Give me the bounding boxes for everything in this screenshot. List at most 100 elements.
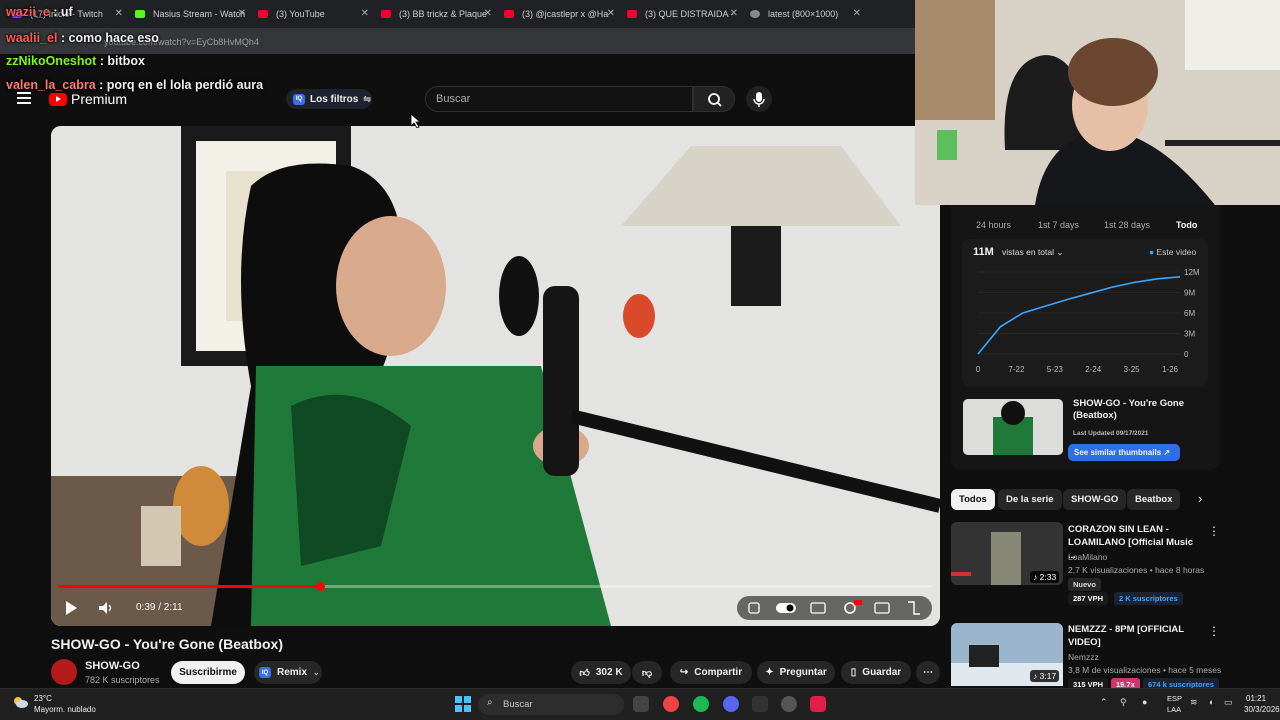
input-language[interactable]: ESP bbox=[1167, 694, 1182, 703]
play-icon[interactable] bbox=[66, 601, 77, 615]
remix-button[interactable]: IQ Remix ⌄ bbox=[254, 661, 322, 684]
task-view-icon[interactable] bbox=[633, 696, 649, 712]
range-tab[interactable]: 1st 7 days bbox=[1038, 220, 1079, 230]
weather-desc[interactable]: Mayorm. nublado bbox=[34, 705, 96, 714]
close-tab-icon[interactable]: ✕ bbox=[484, 8, 492, 19]
x-tick-label: 2-24 bbox=[1085, 365, 1102, 374]
globe-icon bbox=[750, 10, 760, 18]
search-button[interactable] bbox=[693, 86, 735, 112]
thumbs-down-icon: 👎︎ bbox=[641, 667, 653, 679]
close-tab-icon[interactable]: ✕ bbox=[853, 8, 861, 19]
windows-start-icon[interactable] bbox=[455, 696, 471, 717]
obs-icon[interactable] bbox=[781, 696, 797, 712]
similar-thumbnails-button[interactable]: See similar thumbnails ↗ bbox=[1068, 444, 1180, 461]
save-button[interactable]: ▯ Guardar bbox=[841, 661, 911, 684]
chip-all[interactable]: Todos bbox=[951, 489, 995, 510]
external-link-icon: ↗ bbox=[1163, 448, 1171, 457]
microphone-tray-icon[interactable]: ● bbox=[1142, 697, 1147, 707]
app-icon[interactable] bbox=[752, 696, 768, 712]
discord-icon[interactable] bbox=[723, 696, 739, 712]
duration-badge: ♪ 2:33 bbox=[1030, 571, 1060, 583]
more-vertical-icon[interactable]: ⋮ bbox=[1208, 524, 1220, 538]
youtube-icon bbox=[504, 10, 514, 18]
related-title[interactable]: NEMZZZ - 8PM [OFFICIAL VIDEO] bbox=[1068, 623, 1203, 649]
video-title: SHOW-GO - You're Gone (Beatbox) bbox=[51, 636, 283, 652]
tiktok-icon[interactable] bbox=[810, 696, 826, 712]
voice-search-button[interactable] bbox=[746, 86, 772, 112]
kick-icon bbox=[135, 10, 145, 18]
browser-tab[interactable]: (3) @jcastlepr x @Ha ✕ bbox=[498, 1, 621, 27]
dislike-button[interactable]: 👎︎ bbox=[632, 661, 662, 684]
browser-tab[interactable]: Nasius Stream - Watch ✕ bbox=[129, 1, 252, 27]
hamburger-menu-icon[interactable] bbox=[17, 92, 31, 104]
related-channel[interactable]: Nemzzz bbox=[1068, 652, 1099, 662]
close-tab-icon[interactable]: ✕ bbox=[115, 8, 123, 19]
volume-icon[interactable] bbox=[98, 601, 114, 620]
close-tab-icon[interactable]: ✕ bbox=[607, 8, 615, 19]
chat-message: waalii_el : como hace eso bbox=[6, 31, 159, 45]
browser-tab[interactable]: (3) QUE DISTRAIDA - ✕ bbox=[621, 1, 744, 27]
more-vertical-icon[interactable]: ⋮ bbox=[1208, 624, 1220, 638]
video-thumbnail[interactable] bbox=[963, 399, 1063, 455]
sliders-icon: ⇋ bbox=[363, 93, 371, 104]
views-total: 11M bbox=[973, 246, 994, 258]
battery-icon[interactable]: ▭ bbox=[1224, 697, 1233, 708]
browser-tab[interactable]: (3) YouTube ✕ bbox=[252, 1, 375, 27]
webcam-frame bbox=[915, 0, 1280, 205]
close-tab-icon[interactable]: ✕ bbox=[361, 8, 369, 19]
close-tab-icon[interactable]: ✕ bbox=[730, 8, 738, 19]
chevron-right-icon[interactable]: › bbox=[1198, 491, 1202, 506]
youtube-icon bbox=[258, 10, 268, 18]
related-meta: 3,8 M de visualizaciones • hace 5 meses bbox=[1068, 665, 1222, 675]
wifi-icon[interactable]: ≋ bbox=[1190, 697, 1198, 708]
video-time: 0:39 / 2:11 bbox=[136, 602, 183, 613]
share-button[interactable]: ↪ Compartir bbox=[670, 661, 752, 684]
progress-played bbox=[58, 585, 321, 588]
video-frame bbox=[51, 126, 940, 626]
related-channel[interactable]: LoaMilano bbox=[1068, 552, 1107, 562]
new-badge: Nuevo bbox=[1068, 578, 1101, 591]
chevron-up-icon[interactable]: ⌃ bbox=[1100, 697, 1108, 708]
like-button[interactable]: 👍︎ 302 K bbox=[571, 661, 631, 684]
chip-channel[interactable]: SHOW-GO bbox=[1063, 489, 1127, 510]
y-tick-label: 0 bbox=[1184, 350, 1189, 359]
thumbs-up-icon: 👍︎ bbox=[579, 667, 590, 679]
chat-message: valen_la_cabra : porq en el lola perdió … bbox=[6, 78, 264, 92]
weather-temp[interactable]: 23°C bbox=[34, 694, 52, 703]
volume-tray-icon[interactable]: ◖ bbox=[1208, 697, 1213, 707]
y-tick-label: 9M bbox=[1184, 289, 1195, 298]
filters-button[interactable]: IQ Los filtros ⇋ bbox=[286, 89, 372, 109]
clock-time[interactable]: 01:21 bbox=[1246, 694, 1266, 703]
browser-tab[interactable]: (3) BB trickz & Plaque ✕ bbox=[375, 1, 498, 27]
close-tab-icon[interactable]: ✕ bbox=[238, 8, 246, 19]
channel-name[interactable]: SHOW-GO bbox=[85, 660, 140, 672]
ask-button[interactable]: ✦ Preguntar bbox=[757, 661, 835, 684]
last-updated: Last Updated 09/17/2021 bbox=[1073, 430, 1149, 437]
clock-date[interactable]: 30/3/2026 bbox=[1244, 705, 1280, 714]
more-actions-button[interactable]: ⋯ bbox=[916, 661, 940, 684]
views-dropdown[interactable]: vistas en total ⌄ bbox=[1002, 247, 1063, 258]
duration-badge: ♪ 3:17 bbox=[1030, 670, 1060, 682]
browser-tab[interactable]: latest (800×1000) ✕ bbox=[744, 1, 867, 27]
range-tab[interactable]: 24 hours bbox=[976, 220, 1011, 230]
subs-badge: 2 K suscriptores bbox=[1114, 592, 1183, 605]
youtube-premium-logo[interactable]: Premium bbox=[49, 91, 127, 107]
spotify-icon[interactable] bbox=[693, 696, 709, 712]
weather-icon[interactable] bbox=[12, 695, 28, 709]
microphone-icon bbox=[753, 92, 765, 107]
video-player[interactable] bbox=[51, 126, 940, 626]
x-tick-label: 0 bbox=[976, 365, 981, 374]
youtube-icon bbox=[381, 10, 391, 18]
chip-beatbox[interactable]: Beatbox bbox=[1127, 489, 1181, 510]
range-tab[interactable]: 1st 28 days bbox=[1104, 220, 1150, 230]
network-icon[interactable]: ⚲ bbox=[1120, 697, 1127, 708]
chrome-icon[interactable] bbox=[663, 696, 679, 712]
chip-series[interactable]: De la serie bbox=[998, 489, 1062, 510]
channel-avatar[interactable] bbox=[51, 659, 77, 685]
input-layout[interactable]: LAA bbox=[1167, 705, 1181, 714]
thumbnail-title: SHOW-GO - You're Gone (Beatbox) bbox=[1073, 398, 1184, 421]
subscribe-button[interactable]: Suscribirme bbox=[171, 661, 245, 684]
search-input[interactable]: Buscar bbox=[425, 86, 693, 112]
taskbar-search[interactable]: Buscar bbox=[478, 694, 624, 715]
range-tab-active[interactable]: Todo bbox=[1176, 220, 1197, 230]
